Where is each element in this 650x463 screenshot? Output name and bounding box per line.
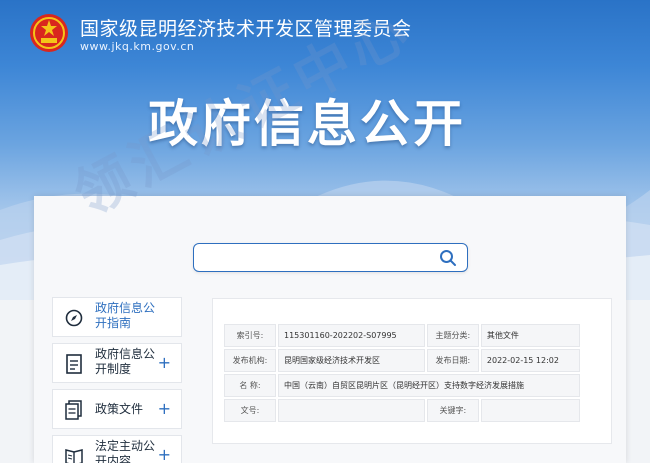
sidebar-item-system[interactable]: 政府信息公开制度 +	[52, 343, 182, 383]
value-publisher: 昆明国家级经济技术开发区	[278, 349, 425, 372]
expand-plus-icon[interactable]: +	[158, 400, 171, 418]
label-index: 索引号:	[224, 324, 276, 347]
value-category: 其他文件	[480, 324, 580, 347]
metadata-table: 索引号: 115301160-202202-S07995 主题分类: 其他文件 …	[222, 322, 582, 424]
document-icon	[66, 354, 82, 374]
expand-plus-icon[interactable]: +	[158, 446, 171, 463]
label-name: 名 称:	[224, 374, 276, 397]
sidebar-item-policy[interactable]: 政策文件 +	[52, 389, 182, 429]
compass-icon	[65, 309, 83, 327]
value-date: 2022-02-15 12:02	[480, 349, 580, 372]
table-row: 索引号: 115301160-202202-S07995 主题分类: 其他文件	[224, 324, 580, 347]
sidebar-item-label: 政府信息公开制度	[95, 347, 156, 376]
sidebar-item-guide[interactable]: 政府信息公开指南	[52, 297, 182, 337]
value-name: 中国（云南）自贸区昆明片区（昆明经开区）支持数字经济发展措施	[278, 374, 580, 397]
national-emblem-icon	[30, 14, 68, 52]
files-icon	[65, 400, 82, 420]
page-title: 政府信息公开	[148, 95, 466, 153]
label-date: 发布日期:	[426, 349, 479, 372]
label-keywords: 关键字:	[426, 399, 479, 422]
document-metadata-card: 索引号: 115301160-202202-S07995 主题分类: 其他文件 …	[212, 298, 612, 444]
sidebar-item-label: 政策文件	[95, 402, 144, 416]
org-title: 国家级昆明经济技术开发区管理委员会	[80, 18, 412, 40]
label-doc-number: 文号:	[224, 399, 276, 422]
label-category: 主题分类:	[426, 324, 479, 347]
sidebar: 政府信息公开指南 政府信息公开制度 + 政策文件 + 法定主动公开内容 +	[52, 297, 182, 463]
value-doc-number	[278, 399, 425, 422]
table-row: 发布机构: 昆明国家级经济技术开发区 发布日期: 2022-02-15 12:0…	[224, 349, 580, 372]
site-url[interactable]: www.jkq.km.gov.cn	[80, 40, 194, 53]
book-icon	[65, 449, 83, 463]
expand-plus-icon[interactable]: +	[158, 354, 171, 372]
search-input[interactable]	[193, 243, 468, 272]
table-row: 名 称: 中国（云南）自贸区昆明片区（昆明经开区）支持数字经济发展措施	[224, 374, 580, 397]
value-keywords	[480, 399, 580, 422]
value-index: 115301160-202202-S07995	[278, 324, 425, 347]
sidebar-item-label: 法定主动公开内容	[95, 439, 156, 463]
sidebar-item-label: 政府信息公开指南	[95, 301, 156, 330]
search-icon[interactable]	[439, 249, 457, 267]
label-publisher: 发布机构:	[224, 349, 276, 372]
sidebar-item-statutory[interactable]: 法定主动公开内容 +	[52, 435, 182, 463]
table-row: 文号: 关键字:	[224, 399, 580, 422]
